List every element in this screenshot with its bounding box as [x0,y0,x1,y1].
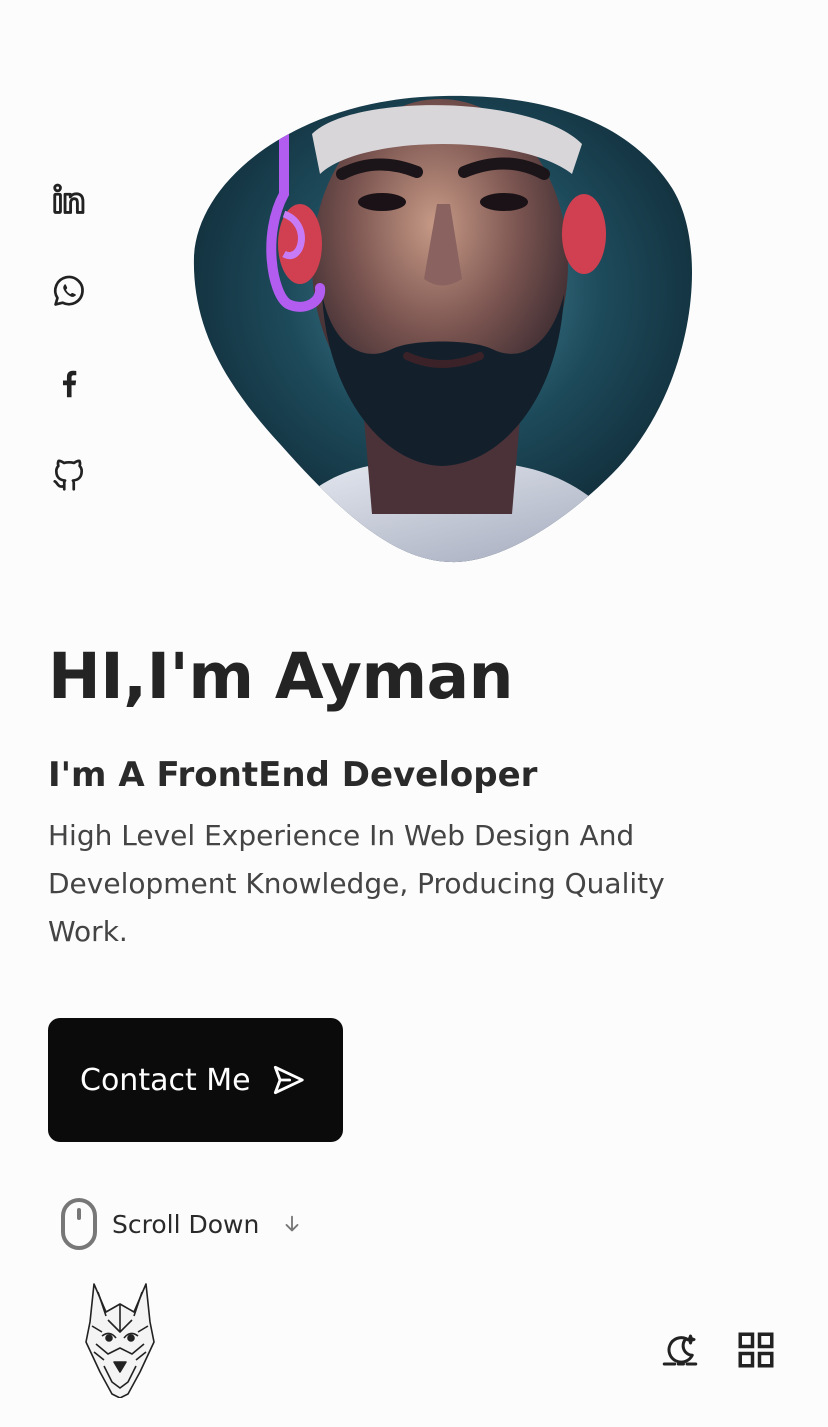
facebook-link[interactable] [48,362,90,404]
github-icon [53,459,84,491]
linkedin-icon [53,183,85,214]
contact-me-label: Contact Me [80,1062,251,1098]
hero-description: High Level Experience In Web Design And … [48,819,665,948]
whatsapp-link[interactable] [48,270,90,312]
grid-menu-icon [738,1332,774,1368]
whatsapp-icon [53,275,84,306]
linkedin-link[interactable] [48,178,90,220]
facebook-icon [62,370,77,398]
mouse-icon [61,1198,97,1250]
scroll-down-link[interactable]: Scroll Down [60,1196,303,1252]
hero-title: HI,I'm Ayman [48,640,514,713]
send-icon [273,1065,304,1095]
github-link[interactable] [48,454,90,496]
scroll-down-label: Scroll Down [112,1209,260,1239]
profile-avatar [192,94,697,564]
wolf-logo[interactable] [84,1282,156,1399]
moon-icon [662,1334,698,1366]
home-section: HI,I'm Ayman I'm A FrontEnd Developer Hi… [0,0,828,1427]
theme-toggle[interactable] [658,1328,702,1372]
hero-subtitle: I'm A FrontEnd Developer [48,755,538,795]
contact-me-button[interactable]: Contact Me [48,1018,343,1142]
arrow-down-icon [285,1215,299,1232]
menu-toggle[interactable] [734,1328,778,1372]
